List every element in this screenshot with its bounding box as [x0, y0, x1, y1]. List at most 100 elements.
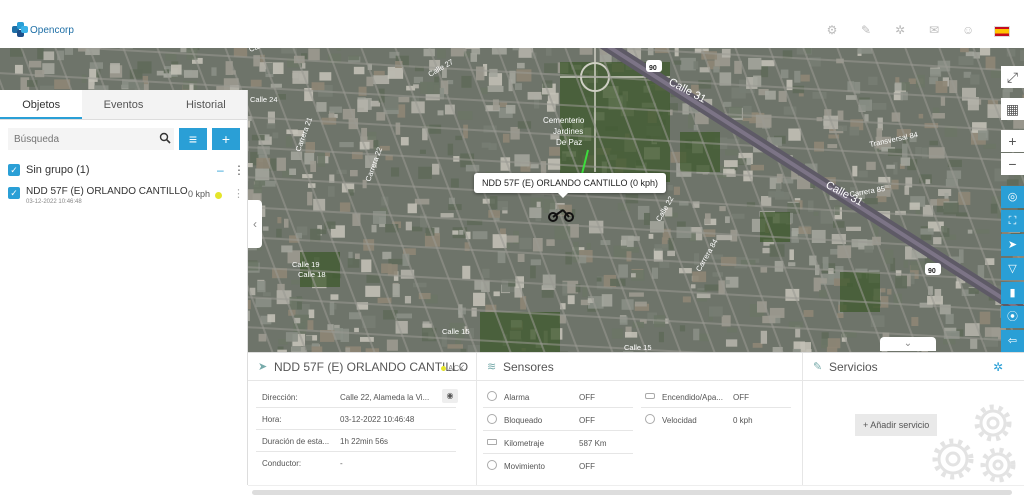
tab-historial[interactable]: Historial: [164, 90, 247, 119]
sensor-name: Bloqueado: [504, 416, 543, 425]
gear-icon[interactable]: ✲: [993, 360, 1003, 374]
svg-text:Jardines: Jardines: [553, 127, 583, 136]
location-pin-icon: ⦿: [1007, 311, 1018, 323]
svg-text:90: 90: [649, 65, 657, 72]
odometer-icon: [487, 439, 497, 445]
logo-text: Opencorp: [30, 24, 74, 36]
eye-icon[interactable]: ◉: [442, 389, 458, 403]
sensor-name: Encendido/Apa...: [662, 393, 723, 402]
list-icon: ≡: [188, 131, 198, 147]
sensor-name: Movimiento: [504, 462, 545, 471]
info-row-driver: Conductor: -: [256, 452, 456, 474]
svg-text:Cementerio: Cementerio: [543, 116, 585, 125]
route-button[interactable]: ▽: [1001, 258, 1024, 280]
wrench-icon: ✎: [813, 361, 823, 373]
object-checkbox[interactable]: ✓: [8, 187, 20, 199]
group-collapse-button[interactable]: –: [217, 163, 224, 177]
object-info-header: ➤ NDD 57F (E) ORLANDO CANTILLO ACK: [248, 353, 476, 381]
svg-text:De Paz: De Paz: [556, 138, 582, 147]
group-more-icon[interactable]: ⋮: [233, 163, 245, 177]
opencorp-logo[interactable]: Opencorp: [12, 18, 74, 42]
search-icon[interactable]: [159, 132, 171, 144]
location-button[interactable]: ⦿: [1001, 306, 1024, 328]
status-dot-icon: [441, 366, 446, 371]
user-icon[interactable]: ☺: [962, 24, 974, 36]
ignition-icon: [645, 393, 655, 399]
vehicle-popup[interactable]: NDD 57F (E) ORLANDO CANTILLO (0 kph): [474, 173, 667, 198]
geofence-button[interactable]: ◎: [1001, 186, 1024, 208]
focus-button[interactable]: ⛶: [1001, 210, 1024, 232]
poi-button[interactable]: ▮: [1001, 282, 1024, 304]
sensor-bloqueado: Bloqueado OFF: [483, 409, 633, 431]
info-value: Calle 22, Alameda la Vi...: [340, 393, 430, 402]
sensor-name: Alarma: [504, 393, 530, 402]
svg-text:Calle 19: Calle 19: [292, 260, 320, 269]
scrollbar-thumb[interactable]: [252, 490, 1012, 495]
info-key: Hora:: [262, 415, 282, 424]
list-item[interactable]: ✓ NDD 57F (E) ORLANDO CANTILLO 03-12-202…: [0, 182, 247, 210]
sensor-movimiento: Movimiento OFF: [483, 455, 633, 477]
fullscreen-button[interactable]: ⤢: [1001, 66, 1024, 88]
plus-icon: +: [221, 131, 231, 147]
svg-text:Calle 15: Calle 15: [624, 343, 652, 352]
tab-eventos[interactable]: Eventos: [82, 90, 165, 119]
sensor-alarma: Alarma OFF: [483, 386, 633, 408]
navigate-button[interactable]: ➤: [1001, 234, 1024, 256]
collapse-panel-button[interactable]: ‹: [248, 200, 262, 248]
add-service-button[interactable]: + Añadir servicio: [855, 414, 938, 436]
sensor-name: Kilometraje: [504, 439, 545, 448]
fullscreen-icon: ⤢: [1006, 69, 1019, 85]
settings-icon[interactable]: ✲: [894, 24, 906, 36]
pin-icon: ▮: [1009, 287, 1016, 299]
tools-icon[interactable]: ✎: [860, 24, 872, 36]
sensor-value: OFF: [579, 416, 595, 425]
sensor-value: 587 Km: [579, 439, 607, 448]
map-icon: ▦: [1005, 101, 1020, 117]
chat-icon[interactable]: ✉: [928, 24, 940, 36]
navigation-icon: ➤: [1007, 239, 1018, 251]
info-row-address: Dirección: Calle 22, Alameda la Vi... ◉: [256, 386, 458, 408]
sensor-value: 0 kph: [733, 416, 753, 425]
sensors-header: ≋ Sensores: [476, 353, 802, 381]
logo-mark-icon: [12, 22, 28, 38]
arrow-left-icon: ⇦: [1007, 335, 1018, 347]
zoom-in-icon: +: [1008, 133, 1017, 149]
sensor-value: OFF: [579, 393, 595, 402]
language-flag-icon[interactable]: [994, 26, 1010, 37]
objects-icon[interactable]: ⚙: [826, 24, 838, 36]
objects-panel: Objetos Eventos Historial ≡ + ✓ Sin grup…: [0, 90, 248, 485]
zoom-out-button[interactable]: −: [1001, 153, 1024, 175]
motion-icon: [487, 460, 497, 470]
sensors-list: Alarma OFF Bloqueado OFF Kilometraje 587…: [476, 381, 802, 486]
info-key: Dirección:: [262, 393, 298, 402]
horizontal-scrollbar[interactable]: [248, 485, 1024, 500]
group-checkbox[interactable]: ✓: [8, 164, 20, 176]
sensors-title: Sensores: [503, 360, 554, 374]
object-name: NDD 57F (E) ORLANDO CANTILLO: [26, 186, 188, 197]
svg-text:Transversal 84: Transversal 84: [869, 130, 919, 149]
zoom-in-button[interactable]: +: [1001, 130, 1024, 152]
info-key: Duración de esta...: [262, 437, 330, 446]
info-value: 03-12-2022 10:46:48: [340, 415, 415, 424]
sensor-encendido: Encendido/Apa... OFF: [641, 386, 791, 408]
svg-text:Calle 24: Calle 24: [250, 95, 278, 104]
ack-label: ACK: [448, 364, 465, 373]
services-title: Servicios: [829, 360, 878, 374]
info-row-time: Hora: 03-12-2022 10:46:48: [256, 408, 456, 430]
bottom-panel-toggle[interactable]: ⌄: [880, 337, 936, 351]
sensor-name: Velocidad: [662, 416, 697, 425]
list-view-button[interactable]: ≡: [179, 128, 207, 150]
sensor-velocidad: Velocidad 0 kph: [641, 409, 791, 431]
group-row[interactable]: ✓ Sin grupo (1) – ⋮: [8, 163, 245, 179]
map-layers-button[interactable]: ▦: [1001, 98, 1024, 120]
search-input[interactable]: [8, 128, 174, 150]
back-button[interactable]: ⇦: [1001, 330, 1024, 352]
svg-text:Calle 18: Calle 18: [298, 270, 326, 279]
info-key: Conductor:: [262, 459, 302, 468]
add-object-button[interactable]: +: [212, 128, 240, 150]
speedometer-icon: [645, 414, 655, 424]
focus-icon: ⛶: [1008, 215, 1017, 227]
tab-objetos[interactable]: Objetos: [0, 90, 83, 119]
search-row: ≡ +: [8, 128, 240, 150]
object-more-icon[interactable]: ⋮: [233, 187, 244, 200]
